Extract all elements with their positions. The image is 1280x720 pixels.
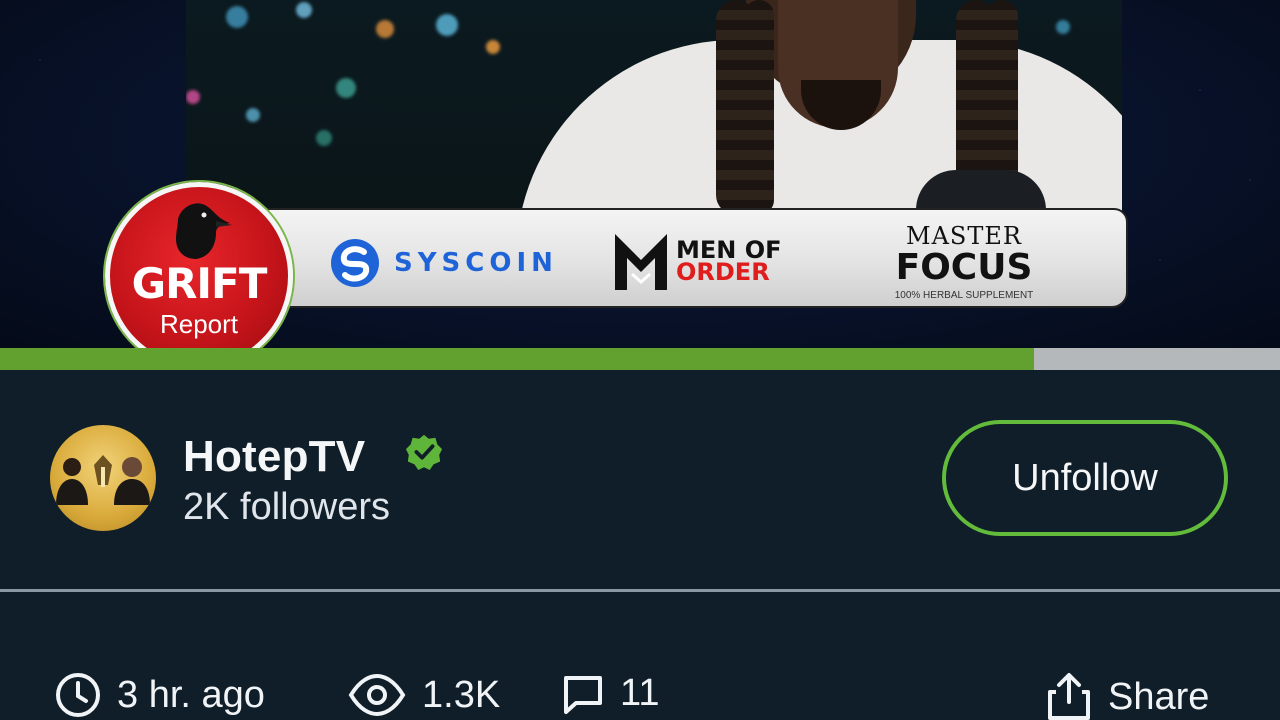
comment-icon xyxy=(564,675,602,714)
view-count-label: 1.3K xyxy=(422,673,501,716)
syscoin-name: SYSCOIN xyxy=(394,248,558,278)
syscoin-icon xyxy=(331,239,379,287)
video-progress-fill xyxy=(0,348,1035,370)
avatar[interactable] xyxy=(50,425,156,531)
master-focus-main: FOCUS xyxy=(895,247,1033,288)
master-focus-top: MASTER xyxy=(906,222,1022,250)
grift-subtitle: Report xyxy=(159,309,239,339)
upload-time-label: 3 hr. ago xyxy=(117,673,265,716)
comment-count-label: 11 xyxy=(620,672,660,714)
share-label: Share xyxy=(1108,675,1210,718)
men-of-order-logo: MEN OF ORDER xyxy=(612,230,782,292)
video-player[interactable]: SYSCOIN MEN OF ORDER MASTER FOCUS 100% H… xyxy=(0,0,1280,348)
crow-icon xyxy=(176,203,232,259)
avatar-image xyxy=(56,455,150,505)
share-button[interactable]: Share xyxy=(1046,672,1209,720)
view-count: 1.3K xyxy=(348,672,500,718)
channel-name[interactable]: HotepTV xyxy=(183,432,365,482)
syscoin-logo: SYSCOIN xyxy=(330,238,558,288)
presenter xyxy=(516,0,1122,215)
channel-info: HotepTV 2K followers Unfollow xyxy=(0,370,1280,590)
eye-icon xyxy=(348,673,406,717)
men-of-order-line2: ORDER xyxy=(676,258,770,286)
master-focus-sub: 100% HERBAL SUPPLEMENT xyxy=(894,290,1034,301)
video-frame xyxy=(186,0,1122,215)
verified-check-icon xyxy=(405,434,443,471)
master-focus-logo: MASTER FOCUS 100% HERBAL SUPPLEMENT xyxy=(862,224,1066,301)
follower-count: 2K followers xyxy=(183,486,390,528)
grift-title: GRIFT xyxy=(131,259,268,308)
upload-time: 3 hr. ago xyxy=(55,672,265,718)
comment-count[interactable]: 11 xyxy=(562,672,659,715)
men-of-order-icon xyxy=(615,234,667,290)
share-icon xyxy=(1048,673,1090,720)
video-stats: 3 hr. ago 1.3K 11 Share xyxy=(0,592,1280,720)
sponsor-banner: SYSCOIN MEN OF ORDER MASTER FOCUS 100% H… xyxy=(262,208,1128,308)
clock-icon xyxy=(56,673,100,717)
video-progress-bar[interactable] xyxy=(0,348,1280,370)
unfollow-button[interactable]: Unfollow xyxy=(942,420,1228,536)
